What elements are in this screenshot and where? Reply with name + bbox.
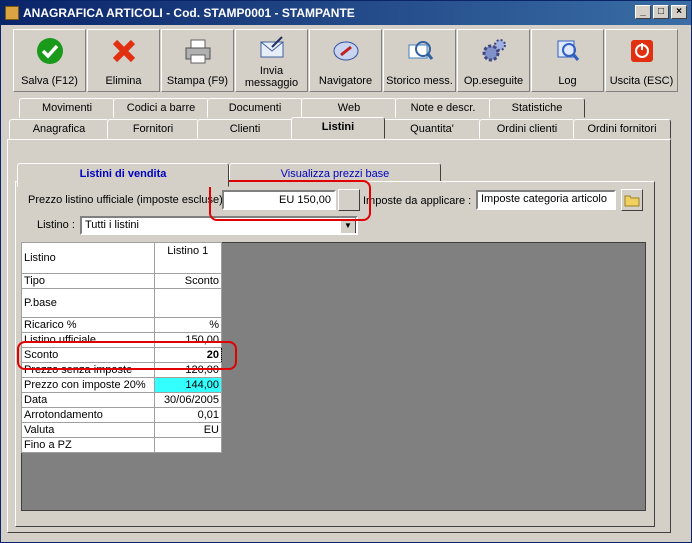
window-title: ANAGRAFICA ARTICOLI - Cod. STAMP0001 - S… — [23, 6, 355, 20]
grid-row-label: Data — [21, 392, 155, 408]
folder-icon — [624, 195, 640, 207]
imposte-label: Imposte da applicare : — [363, 195, 472, 207]
tab-anagrafica[interactable]: Anagrafica — [9, 119, 109, 139]
magnifier-mail-icon — [405, 36, 435, 66]
exit-label: Uscita (ESC) — [609, 75, 674, 87]
close-button[interactable]: × — [671, 5, 687, 19]
maximize-button[interactable]: □ — [653, 5, 669, 19]
tab-ordini-clienti[interactable]: Ordini clienti — [479, 119, 575, 139]
executed-ops-label: Op.eseguite — [463, 75, 524, 87]
grid-cell-tipo[interactable]: Sconto — [153, 273, 223, 289]
delete-x-icon — [109, 36, 139, 66]
annotation-highlight-sconto — [17, 341, 237, 370]
exit-button[interactable]: Uscita (ESC) — [605, 29, 678, 92]
message-history-label: Storico mess. — [386, 75, 453, 87]
tab-quantita[interactable]: Quantita' — [383, 119, 481, 139]
tab-fornitori[interactable]: Fornitori — [107, 119, 199, 139]
tab-statistiche[interactable]: Statistiche — [489, 98, 585, 118]
print-button[interactable]: Stampa (F9) — [161, 29, 234, 92]
tab-web[interactable]: Web — [301, 98, 397, 118]
message-history-button[interactable]: Storico mess. — [383, 29, 456, 92]
listino-select-value: Tutti i listini — [85, 219, 139, 231]
imposte-browse-button[interactable] — [621, 189, 643, 211]
minimize-button[interactable]: _ — [635, 5, 651, 19]
grid-row-label: Arrotondamento — [21, 407, 155, 423]
navigator-label: Navigatore — [318, 75, 373, 87]
tab-ordini-fornitori[interactable]: Ordini fornitori — [573, 119, 671, 139]
grid-row-label: P.base — [21, 288, 155, 318]
tab-codici-a-barre[interactable]: Codici a barre — [113, 98, 209, 118]
check-icon — [35, 36, 65, 66]
subtab-listini-vendita[interactable]: Listini di vendita — [17, 163, 229, 187]
print-label: Stampa (F9) — [166, 75, 229, 87]
annotation-highlight-prezzo — [209, 180, 371, 221]
save-button[interactable]: Salva (F12) — [13, 29, 86, 92]
tab-note[interactable]: Note e descr. — [395, 98, 491, 118]
log-label: Log — [558, 75, 577, 87]
grid-row-label: Ricarico % — [21, 317, 155, 333]
navigator-button[interactable]: Navigatore — [309, 29, 382, 92]
tab-movimenti[interactable]: Movimenti — [19, 98, 115, 118]
save-label: Salva (F12) — [21, 75, 78, 87]
log-search-icon — [553, 36, 583, 66]
send-message-label: Invia messaggio — [244, 65, 299, 89]
grid-cell-pbase[interactable] — [153, 288, 223, 318]
delete-button[interactable]: Elimina — [87, 29, 160, 92]
executed-ops-button[interactable]: Op.eseguite — [457, 29, 530, 92]
listino-label: Listino : — [37, 219, 75, 231]
send-message-button[interactable]: Invia messaggio — [235, 29, 308, 92]
grid-row-label: Prezzo con imposte 20% — [21, 377, 155, 393]
printer-icon — [183, 36, 213, 66]
grid-cell-prezzo-con-imposte[interactable]: 144,00 — [153, 377, 223, 393]
grid-header-label: Listino — [21, 242, 155, 274]
prezzo-label: Prezzo listino ufficiale (imposte esclus… — [28, 194, 229, 206]
grid-cell-valuta[interactable]: EU — [153, 422, 223, 438]
grid-row-label: Fino a PZ — [21, 437, 155, 453]
title-bar: ANAGRAFICA ARTICOLI - Cod. STAMP0001 - S… — [1, 1, 691, 25]
tab-clienti[interactable]: Clienti — [197, 119, 293, 139]
grid-cell-data[interactable]: 30/06/2005 — [153, 392, 223, 408]
power-icon — [627, 36, 657, 66]
grid-cell-arrotondamento[interactable]: 0,01 — [153, 407, 223, 423]
toolbar: Salva (F12) Elimina Stampa (F9) Invia me… — [9, 29, 685, 93]
log-button[interactable]: Log — [531, 29, 604, 92]
tab-documenti[interactable]: Documenti — [207, 98, 303, 118]
grid-cell-fino-a-pz[interactable] — [153, 437, 223, 453]
grid-column-header: Listino 1 — [153, 242, 223, 274]
gears-icon — [479, 36, 509, 66]
grid-cell-ricarico[interactable]: % — [153, 317, 223, 333]
app-icon — [5, 6, 19, 20]
main-window: ANAGRAFICA ARTICOLI - Cod. STAMP0001 - S… — [0, 0, 692, 543]
imposte-field[interactable]: Imposte categoria articolo — [476, 190, 616, 210]
grid-row-label: Valuta — [21, 422, 155, 438]
envelope-icon — [257, 33, 287, 63]
grid-row-label: Tipo — [21, 273, 155, 289]
tab-listini[interactable]: Listini — [291, 117, 385, 139]
compass-icon — [331, 36, 361, 66]
delete-label: Elimina — [105, 75, 142, 87]
